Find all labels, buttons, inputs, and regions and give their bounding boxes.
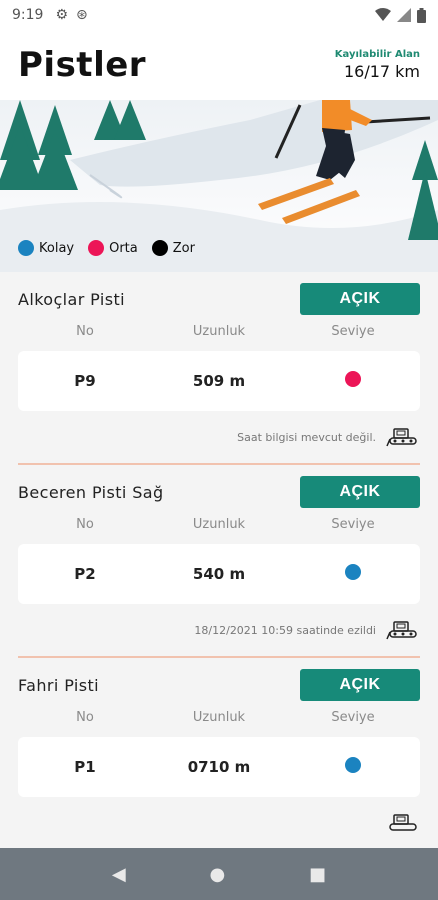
app-header: Pistler Kayılabilir Alan 16/17 km	[0, 30, 438, 100]
piste-status-button[interactable]: AÇIK	[300, 669, 420, 701]
level-dot-medium	[345, 371, 361, 387]
system-navigation-bar: ◀ ● ■	[0, 848, 438, 900]
piste-no: P2	[74, 565, 96, 583]
piste-no: P1	[74, 758, 96, 776]
status-time: 9:19	[12, 7, 44, 23]
piste-card-beceren: Beceren Pisti Sağ AÇIK No Uzunluk Seviye…	[0, 465, 438, 644]
legend-label-easy: Kolay	[39, 240, 75, 256]
status-bar: 9:19 ⚙ ⊛	[0, 0, 438, 30]
home-circle-icon[interactable]: ●	[210, 864, 226, 885]
piste-info-row[interactable]: P2 540 m	[18, 544, 420, 604]
column-length: Uzunluk	[192, 517, 246, 532]
grooming-text: 18/12/2021 10:59 saatinde ezildi	[194, 623, 376, 637]
snow-groomer-icon	[389, 814, 417, 831]
level-dot-easy	[345, 757, 361, 773]
legend-item-easy: Kolay	[18, 240, 74, 256]
legend-label-medium: Orta	[109, 240, 138, 256]
capacity-label: Kayılabilir Alan	[334, 49, 420, 60]
piste-status-button[interactable]: AÇIK	[300, 283, 420, 315]
wifi-icon	[375, 8, 391, 21]
piste-status-button[interactable]: AÇIK	[300, 476, 420, 508]
legend-item-medium: Orta	[88, 240, 138, 256]
column-no: No	[76, 517, 94, 532]
piste-card-fahri: Fahri Pisti AÇIK No Uzunluk Seviye P1 07…	[0, 658, 438, 837]
page-title: Pistler	[18, 45, 147, 85]
level-dot-easy	[345, 564, 361, 580]
piste-length: 0710 m	[187, 758, 251, 776]
column-length: Uzunluk	[192, 324, 246, 339]
capacity-info: Kayılabilir Alan 16/17 km	[335, 49, 420, 81]
piste-name: Beceren Pisti Sağ	[18, 482, 164, 502]
column-level: Seviye	[331, 517, 375, 532]
column-headers: No Uzunluk Seviye	[18, 324, 420, 339]
grooming-info	[18, 809, 420, 837]
difficulty-legend: Kolay Orta Zor	[18, 240, 195, 256]
snow-groomer-icon	[386, 621, 417, 640]
piste-info-row[interactable]: P9 509 m	[18, 351, 420, 411]
capacity-value: 16/17 km	[343, 62, 420, 81]
data-saver-icon: ⊛	[76, 7, 88, 23]
piste-length: 540 m	[192, 565, 246, 583]
legend-label-hard: Zor	[172, 240, 195, 256]
piste-no: P9	[74, 372, 96, 390]
piste-info-row[interactable]: P1 0710 m	[18, 737, 420, 797]
settings-gear-icon: ⚙	[55, 7, 69, 23]
piste-list[interactable]: Alkoçlar Pisti AÇIK No Uzunluk Seviye P9…	[0, 272, 438, 848]
legend-item-hard: Zor	[151, 240, 195, 256]
legend-dot-hard	[151, 240, 168, 256]
legend-dot-easy	[18, 240, 34, 256]
legend-dot-medium	[88, 240, 105, 256]
column-no: No	[76, 324, 94, 339]
cellular-signal-icon	[397, 8, 411, 22]
back-triangle-icon[interactable]: ◀	[112, 864, 126, 885]
column-length: Uzunluk	[192, 710, 246, 725]
hero-illustration: Kolay Orta Zor	[0, 100, 438, 272]
piste-card-alkoclar: Alkoçlar Pisti AÇIK No Uzunluk Seviye P9…	[0, 272, 438, 451]
battery-icon	[417, 7, 426, 23]
grooming-info: Saat bilgisi mevcut değil.	[18, 423, 420, 451]
grooming-info: 18/12/2021 10:59 saatinde ezildi	[18, 616, 420, 644]
piste-name: Fahri Pisti	[18, 675, 99, 695]
column-no: No	[76, 710, 94, 725]
snow-groomer-icon	[386, 428, 417, 447]
piste-length: 509 m	[192, 372, 246, 390]
piste-name: Alkoçlar Pisti	[18, 289, 125, 309]
column-headers: No Uzunluk Seviye	[18, 710, 420, 725]
column-level: Seviye	[331, 710, 375, 725]
grooming-text: Saat bilgisi mevcut değil.	[237, 430, 376, 444]
column-headers: No Uzunluk Seviye	[18, 517, 420, 532]
column-level: Seviye	[331, 324, 375, 339]
recents-square-icon[interactable]: ■	[309, 864, 326, 885]
